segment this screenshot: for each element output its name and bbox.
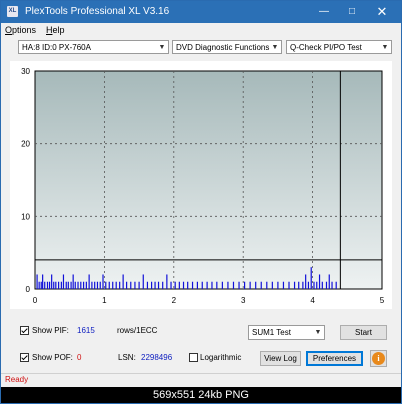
show-pif-label: Show PIF: bbox=[32, 326, 69, 335]
chevron-down-icon: ▼ bbox=[381, 44, 389, 51]
status-bar: Ready bbox=[1, 373, 401, 388]
sum-mode-select[interactable]: SUM1 Test ▼ bbox=[248, 325, 325, 340]
x-tick-label: 1 bbox=[102, 296, 107, 305]
test-select-value: Q-Check PI/PO Test bbox=[290, 43, 362, 52]
chevron-down-icon: ▼ bbox=[158, 44, 166, 51]
show-pof-label: Show POF: bbox=[32, 353, 73, 362]
function-select-value: DVD Diagnostic Functions bbox=[176, 43, 270, 52]
status-text: Ready bbox=[5, 375, 29, 384]
logarithmic-checkbox[interactable] bbox=[189, 353, 198, 362]
y-tick-label: 30 bbox=[21, 67, 30, 76]
menu-options-label: ptions bbox=[12, 25, 37, 35]
logarithmic-label: Logarithmic bbox=[200, 353, 242, 362]
pof-value: 0 bbox=[77, 353, 82, 362]
menu-bar: Options Help bbox=[1, 23, 401, 37]
view-log-button[interactable]: View Log bbox=[260, 351, 301, 366]
app-window: XL PlexTools Professional XL V3.16 — □ ✕… bbox=[0, 0, 402, 404]
maximize-icon[interactable]: □ bbox=[339, 3, 365, 21]
rows-label: rows/1ECC bbox=[117, 326, 158, 335]
x-tick-label: 0 bbox=[33, 296, 38, 305]
menu-help-label: elp bbox=[52, 25, 65, 35]
x-tick-label: 4 bbox=[310, 296, 315, 305]
y-tick-label: 10 bbox=[21, 212, 30, 221]
lsn-value: 2298496 bbox=[141, 353, 173, 362]
plot-area bbox=[34, 70, 383, 290]
chart-svg: 0 1 2 3 4 5 0 10 20 30 bbox=[21, 67, 385, 305]
pi-po-chart: 0 1 2 3 4 5 0 10 20 30 bbox=[10, 61, 392, 309]
app-icon: XL bbox=[7, 6, 18, 17]
function-select[interactable]: DVD Diagnostic Functions ▼ bbox=[172, 40, 282, 54]
lsn-label: LSN: bbox=[118, 353, 136, 362]
pif-value: 1615 bbox=[77, 326, 95, 335]
start-button[interactable]: Start bbox=[340, 325, 387, 340]
info-icon: i bbox=[372, 352, 385, 365]
test-select[interactable]: Q-Check PI/PO Test ▼ bbox=[286, 40, 392, 54]
info-button[interactable]: i bbox=[370, 350, 387, 367]
close-icon[interactable]: ✕ bbox=[369, 3, 395, 21]
preferences-button[interactable]: Preferences bbox=[306, 351, 363, 366]
show-pof-checkbox[interactable] bbox=[20, 353, 29, 362]
title-bar[interactable]: XL PlexTools Professional XL V3.16 — □ ✕ bbox=[1, 1, 401, 23]
y-tick-label: 20 bbox=[21, 140, 30, 149]
chevron-down-icon: ▼ bbox=[271, 44, 279, 51]
menu-help[interactable]: Help bbox=[46, 24, 65, 36]
x-tick-label: 3 bbox=[241, 296, 246, 305]
minimize-icon[interactable]: — bbox=[311, 3, 337, 21]
image-caption: 569x551 24kb PNG bbox=[1, 387, 401, 403]
x-tick-label: 5 bbox=[380, 296, 385, 305]
sum-mode-value: SUM1 Test bbox=[252, 328, 291, 337]
y-tick-label: 0 bbox=[26, 285, 31, 294]
menu-options[interactable]: Options bbox=[5, 24, 36, 36]
x-tick-label: 2 bbox=[172, 296, 177, 305]
show-pif-checkbox[interactable] bbox=[20, 326, 29, 335]
chevron-down-icon: ▼ bbox=[314, 329, 322, 336]
window-title: PlexTools Professional XL V3.16 bbox=[25, 6, 170, 17]
drive-select[interactable]: HA:8 ID:0 PX-760A ▼ bbox=[18, 40, 169, 54]
drive-select-value: HA:8 ID:0 PX-760A bbox=[22, 43, 91, 52]
